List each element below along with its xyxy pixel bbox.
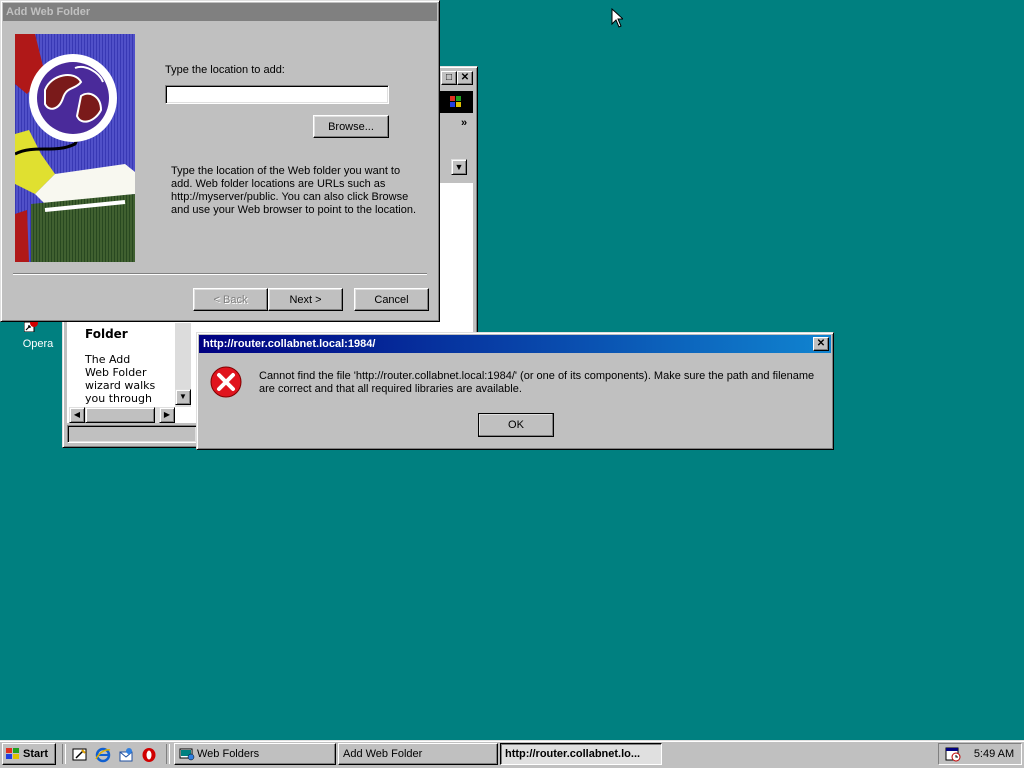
browse-button[interactable]: Browse... — [313, 115, 389, 138]
taskbar-divider — [166, 744, 170, 764]
dialog-title-bar[interactable]: Add Web Folder — [3, 3, 437, 21]
address-dropdown-button[interactable]: ▼ — [451, 159, 467, 175]
location-prompt-label: Type the location to add: — [165, 64, 285, 76]
status-bar — [67, 425, 197, 443]
error-message: Cannot find the file 'http://router.coll… — [259, 370, 815, 395]
system-tray: 5:49 AM — [938, 743, 1022, 765]
task-label: Web Folders — [197, 748, 260, 760]
scroll-left-arrow[interactable]: ◀ — [69, 407, 85, 423]
desktop-icon-opera[interactable]: Opera — [8, 318, 68, 354]
error-title-bar[interactable]: http://router.collabnet.local:1984/ ✕ — [199, 335, 831, 353]
outlook-express-icon[interactable] — [118, 747, 134, 763]
clock[interactable]: 5:49 AM — [969, 748, 1019, 760]
sidebar-text-line: Web Folder — [85, 366, 147, 379]
wizard-illustration — [14, 34, 135, 262]
sidebar-panel: Folder The Add Web Folder wizard walks y… — [69, 321, 181, 421]
sidebar-text-line: you through — [85, 392, 152, 405]
wizard-description: Type the location of the Web folder you … — [171, 165, 416, 216]
task-web-folders[interactable]: Web Folders — [174, 743, 336, 765]
add-web-folder-dialog[interactable]: Add Web Folder Type the location to add:… — [0, 0, 440, 322]
cancel-button[interactable]: Cancel — [354, 288, 429, 311]
sidebar-text-line: wizard walks — [85, 379, 156, 392]
sidebar-text-line: The Add — [85, 353, 131, 366]
error-x-icon — [209, 365, 243, 399]
windows-logo-icon — [5, 747, 21, 761]
close-button[interactable]: ✕ — [813, 337, 829, 351]
mouse-cursor-icon — [611, 7, 625, 31]
scroll-right-arrow[interactable]: ▶ — [159, 407, 175, 423]
task-error-dialog[interactable]: http://router.collabnet.lo... — [500, 743, 662, 765]
dialog-separator — [13, 273, 427, 275]
horizontal-scrollbar[interactable]: ◀ ▶ — [69, 407, 175, 423]
dialog-title: Add Web Folder — [6, 6, 91, 18]
close-button[interactable]: ✕ — [457, 71, 473, 85]
vertical-scrollbar[interactable]: ▼ — [175, 323, 191, 407]
task-label: http://router.collabnet.lo... — [505, 748, 641, 760]
maximize-button[interactable]: □ — [441, 71, 457, 85]
error-title: http://router.collabnet.local:1984/ — [203, 338, 376, 350]
internet-explorer-icon[interactable] — [95, 747, 111, 763]
taskbar-divider — [62, 744, 66, 764]
back-button[interactable]: < Back — [193, 288, 268, 311]
location-input[interactable] — [165, 85, 389, 104]
web-folders-icon — [179, 747, 195, 761]
start-button[interactable]: Start — [2, 743, 56, 765]
opera-icon[interactable] — [141, 747, 157, 763]
desktop-icon-label: Opera — [22, 338, 54, 350]
windows-logo-throbber — [439, 91, 473, 113]
task-label: Add Web Folder — [343, 748, 423, 760]
chevron-more-icon[interactable]: » — [461, 117, 467, 129]
error-dialog[interactable]: http://router.collabnet.local:1984/ ✕ Ca… — [196, 332, 834, 450]
next-button[interactable]: Next > — [268, 288, 343, 311]
task-add-web-folder[interactable]: Add Web Folder — [338, 743, 498, 765]
scroll-down-arrow[interactable]: ▼ — [175, 389, 191, 405]
scroll-thumb[interactable] — [85, 407, 155, 423]
start-label: Start — [23, 748, 49, 760]
scheduler-tray-icon[interactable] — [945, 746, 961, 762]
ok-button[interactable]: OK — [478, 413, 554, 437]
sidebar-heading: Folder — [85, 327, 128, 341]
show-desktop-icon[interactable] — [72, 747, 88, 763]
